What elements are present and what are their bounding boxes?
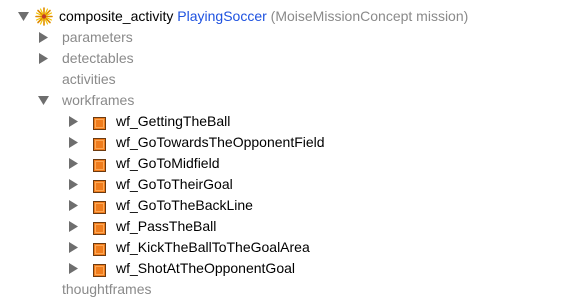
tree-row-workframe[interactable]: wf_PassTheBall [0, 216, 573, 237]
disclosure-collapsed-icon[interactable] [66, 237, 80, 258]
workframe-icon [93, 199, 106, 214]
disclosure-expanded-icon[interactable] [16, 6, 30, 27]
tree-row-workframe[interactable]: wf_GoToTheBackLine [0, 195, 573, 216]
workframe-icon [93, 241, 106, 256]
workframe-label: wf_GoTowardsTheOpponentField [116, 134, 325, 150]
disclosure-collapsed-icon[interactable] [66, 153, 80, 174]
activity-keyword: composite_activity [59, 8, 174, 24]
tree-row-parameters[interactable]: parameters [0, 27, 573, 48]
disclosure-collapsed-icon[interactable] [66, 216, 80, 237]
workframe-label: wf_GoToTheBackLine [116, 197, 253, 213]
tree-label-thoughtframes: thoughtframes [62, 281, 152, 297]
workframe-label: wf_KickTheBallToTheGoalArea [116, 239, 310, 255]
workframe-icon [93, 115, 106, 130]
activity-name: PlayingSoccer [177, 8, 267, 24]
workframe-label: wf_GettingTheBall [116, 113, 231, 129]
activity-qualifier: (MoiseMissionConcept mission) [270, 8, 469, 24]
workframe-icon [93, 178, 106, 193]
tree-row-workframe[interactable]: wf_KickTheBallToTheGoalArea [0, 237, 573, 258]
disclosure-expanded-icon[interactable] [36, 90, 50, 111]
workframe-label: wf_ShotAtTheOpponentGoal [116, 260, 296, 276]
tree-row-workframes[interactable]: workframes [0, 90, 573, 111]
tree-label-workframes: workframes [62, 92, 135, 108]
disclosure-collapsed-icon[interactable] [66, 111, 80, 132]
workframe-icon [93, 157, 106, 172]
tree-row-composite-activity[interactable]: composite_activity PlayingSoccer (MoiseM… [0, 6, 573, 27]
tree-row-workframe[interactable]: wf_GoToMidfield [0, 153, 573, 174]
disclosure-collapsed-icon[interactable] [36, 27, 50, 48]
workframe-label: wf_GoToTheirGoal [116, 176, 233, 192]
tree-row-activities[interactable]: activities [0, 69, 573, 90]
tree-row-thoughtframes[interactable]: thoughtframes [0, 279, 573, 300]
tree-row-workframe[interactable]: wf_GoTowardsTheOpponentField [0, 132, 573, 153]
workframe-label: wf_PassTheBall [116, 218, 217, 234]
activity-burst-icon [34, 7, 54, 26]
tree-label-detectables: detectables [62, 50, 134, 66]
tree-row-workframe[interactable]: wf_GoToTheirGoal [0, 174, 573, 195]
workframe-label: wf_GoToMidfield [116, 155, 220, 171]
tree-row-detectables[interactable]: detectables [0, 48, 573, 69]
tree-label-parameters: parameters [62, 29, 133, 45]
tree-row-workframe[interactable]: wf_ShotAtTheOpponentGoal [0, 258, 573, 279]
outline-tree: composite_activity PlayingSoccer (MoiseM… [0, 6, 573, 300]
disclosure-collapsed-icon[interactable] [66, 195, 80, 216]
workframe-icon [93, 262, 106, 277]
disclosure-collapsed-icon[interactable] [36, 48, 50, 69]
disclosure-collapsed-icon[interactable] [66, 132, 80, 153]
disclosure-collapsed-icon[interactable] [66, 174, 80, 195]
workframe-icon [93, 136, 106, 151]
disclosure-collapsed-icon[interactable] [66, 258, 80, 279]
tree-row-workframe[interactable]: wf_GettingTheBall [0, 111, 573, 132]
root-activity-label: composite_activity PlayingSoccer (MoiseM… [59, 6, 468, 27]
workframe-icon [93, 220, 106, 235]
tree-label-activities: activities [62, 71, 116, 87]
